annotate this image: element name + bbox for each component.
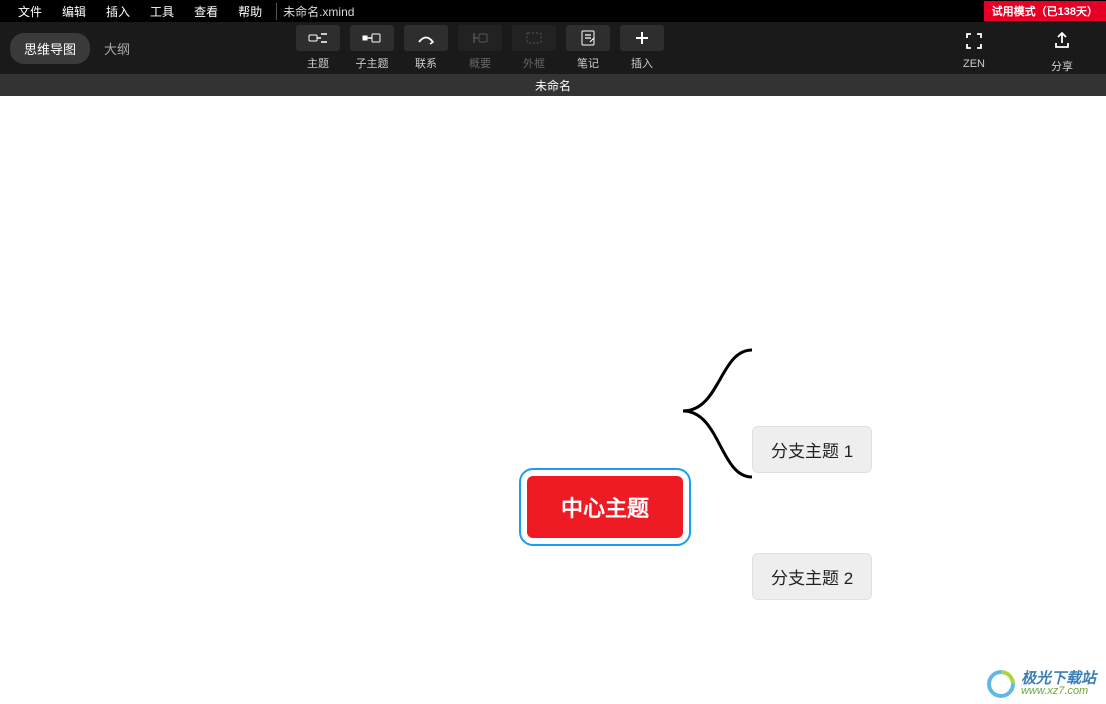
branch-topic-2[interactable]: 分支主题 2 — [752, 553, 872, 600]
tool-summary: 概要 — [456, 25, 504, 71]
menu-bar: 文件 编辑 插入 工具 查看 帮助 未命名.xmind 试用模式（已138天） — [0, 0, 1106, 22]
tool-relation-label: 联系 — [415, 55, 437, 71]
current-file-name: 未命名.xmind — [276, 3, 354, 20]
menu-help[interactable]: 帮助 — [228, 3, 272, 20]
mindmap-canvas[interactable]: 中心主题 分支主题 1 分支主题 2 极光下载站 www.xz7.com — [0, 96, 1106, 704]
watermark-logo-icon — [981, 664, 1021, 704]
tool-topic-label: 主题 — [307, 55, 329, 71]
tool-summary-label: 概要 — [469, 55, 491, 71]
tool-insert-label: 插入 — [631, 55, 653, 71]
view-switcher: 思维导图 大纲 — [10, 33, 144, 64]
tool-relation[interactable]: 联系 — [402, 25, 450, 71]
tool-note[interactable]: 笔记 — [564, 25, 612, 71]
tool-share[interactable]: 分享 — [1038, 28, 1086, 74]
view-tab-outline[interactable]: 大纲 — [90, 33, 144, 64]
toolbar: 思维导图 大纲 主题 子主题 联系 概要 外框 笔记 插入 — [0, 22, 1106, 74]
tool-boundary-label: 外框 — [523, 55, 545, 71]
document-tab-strip: 未命名 — [0, 74, 1106, 96]
menu-file[interactable]: 文件 — [8, 3, 52, 20]
tool-share-label: 分享 — [1051, 58, 1073, 74]
mindmap-links — [0, 96, 1106, 704]
document-tab[interactable]: 未命名 — [535, 77, 571, 94]
note-icon — [580, 30, 596, 46]
tool-subtopic[interactable]: 子主题 — [348, 25, 396, 71]
boundary-icon — [524, 31, 544, 45]
relation-icon — [416, 31, 436, 45]
tool-note-label: 笔记 — [577, 55, 599, 71]
menu-tools[interactable]: 工具 — [140, 3, 184, 20]
view-tab-mindmap[interactable]: 思维导图 — [10, 33, 90, 64]
tool-insert[interactable]: 插入 — [618, 25, 666, 71]
trial-mode-badge[interactable]: 试用模式（已138天） — [984, 1, 1106, 21]
topic-icon — [308, 31, 328, 45]
watermark-title: 极光下载站 — [1021, 671, 1096, 686]
subtopic-icon — [362, 31, 382, 45]
watermark: 极光下载站 www.xz7.com — [987, 670, 1096, 698]
tool-group-right: ZEN 分享 — [950, 22, 1086, 74]
share-icon — [1053, 32, 1071, 50]
tool-zen[interactable]: ZEN — [950, 28, 998, 70]
tool-topic[interactable]: 主题 — [294, 25, 342, 71]
watermark-url: www.xz7.com — [1021, 686, 1096, 697]
central-topic-node[interactable]: 中心主题 — [527, 476, 683, 538]
tool-group-main: 主题 子主题 联系 概要 外框 笔记 插入 — [294, 25, 666, 71]
menu-insert[interactable]: 插入 — [96, 3, 140, 20]
insert-icon — [634, 30, 650, 46]
zen-icon — [965, 32, 983, 50]
summary-icon — [470, 31, 490, 45]
menu-edit[interactable]: 编辑 — [52, 3, 96, 20]
menu-view[interactable]: 查看 — [184, 3, 228, 20]
branch-topic-1[interactable]: 分支主题 1 — [752, 426, 872, 473]
tool-zen-label: ZEN — [963, 58, 985, 70]
tool-subtopic-label: 子主题 — [356, 55, 389, 71]
tool-boundary: 外框 — [510, 25, 558, 71]
